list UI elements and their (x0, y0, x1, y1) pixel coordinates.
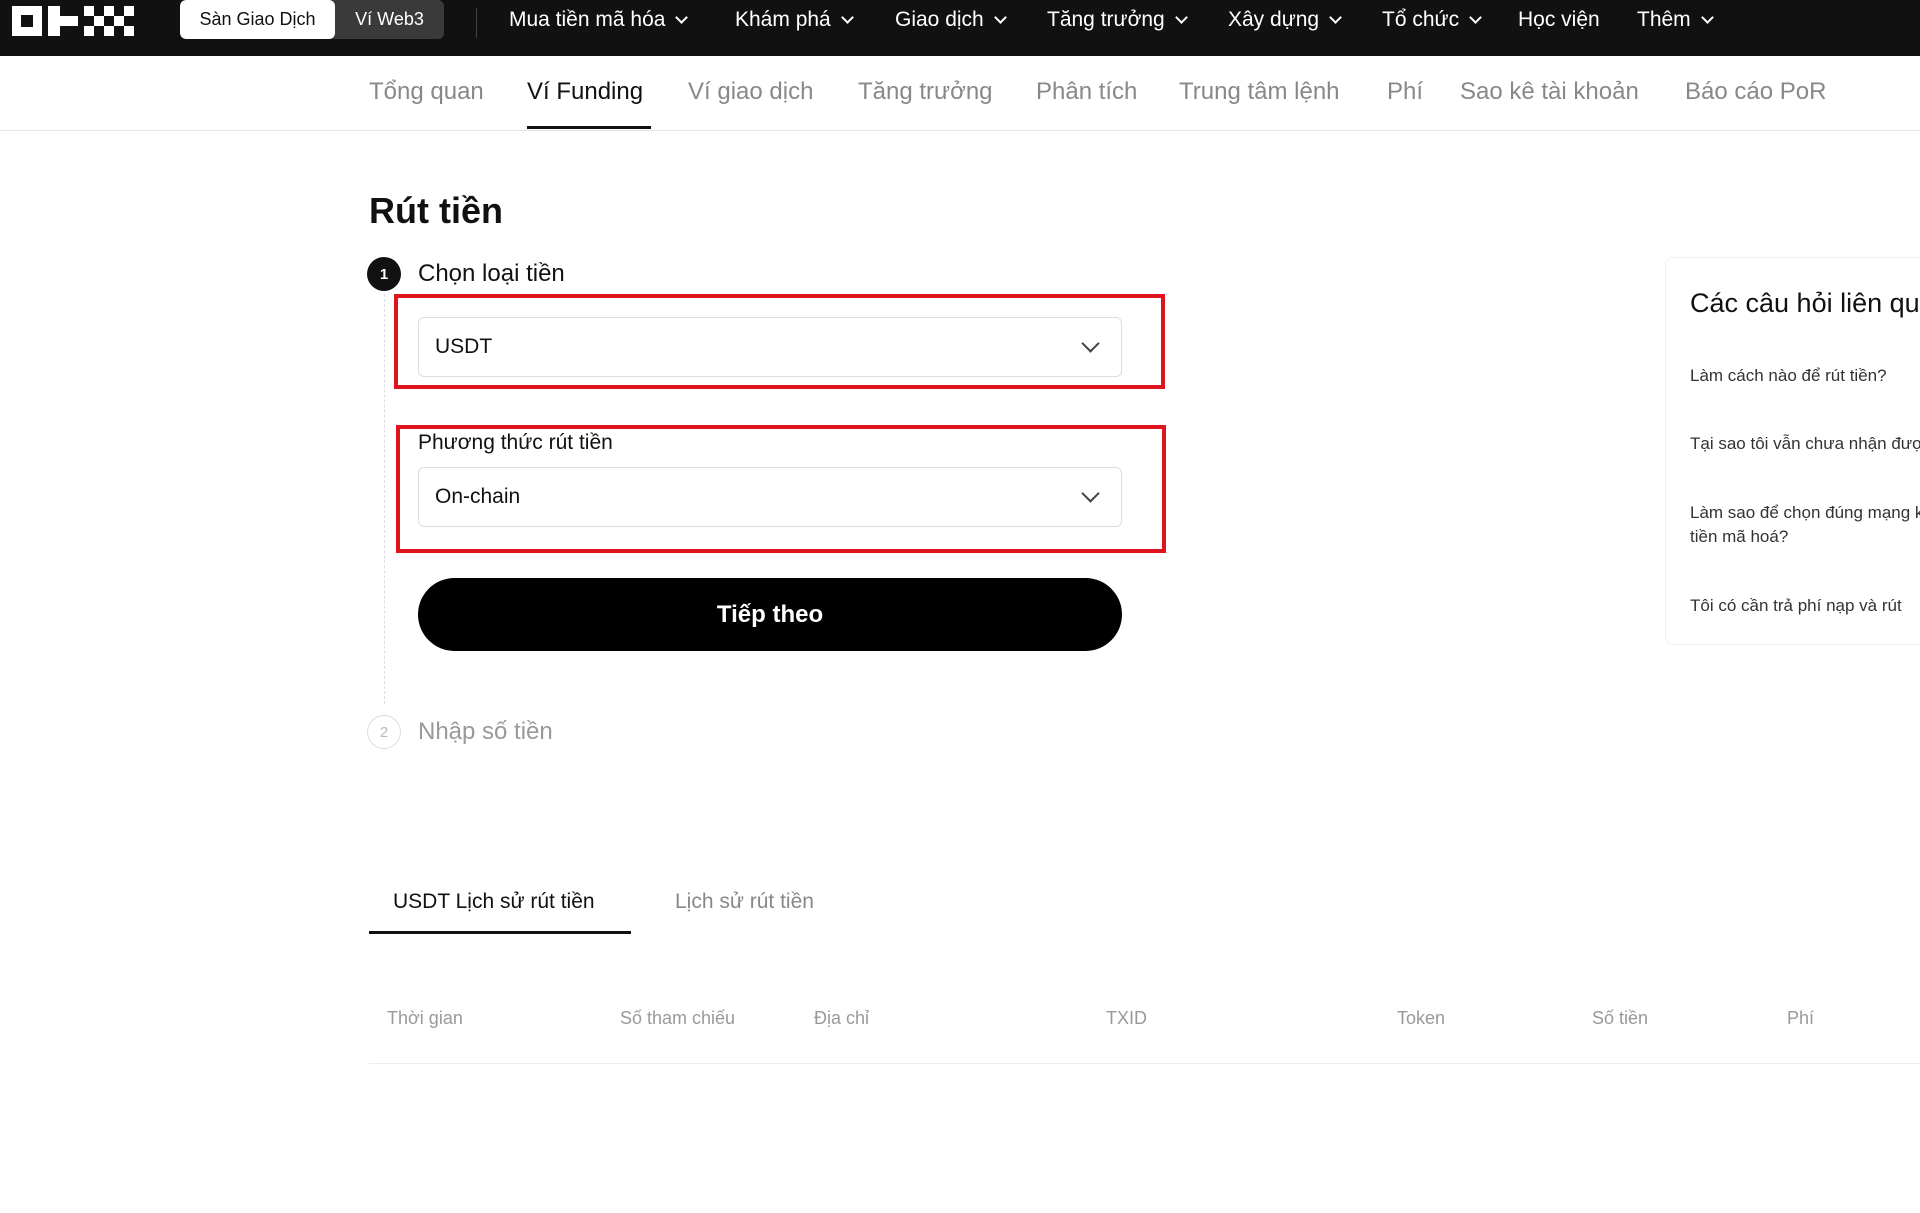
tab-all-history[interactable]: Lịch sử rút tiền (675, 890, 814, 914)
coin-select[interactable]: USDT (418, 317, 1122, 377)
subnav-item[interactable]: Sao kê tài khoản (1460, 78, 1639, 106)
table-column-header: Thời gian (387, 1008, 463, 1028)
chevron-down-icon (840, 10, 854, 24)
nav-item[interactable]: Tổ chức (1382, 0, 1482, 40)
table-header-divider (369, 1063, 1920, 1064)
step-2-label: Nhập số tiền (418, 718, 553, 745)
chevron-down-icon (1700, 10, 1714, 24)
coin-select-value: USDT (435, 335, 493, 358)
step-1-indicator: 1 (367, 257, 401, 291)
active-tab-underline (369, 931, 631, 934)
next-button[interactable]: Tiếp theo (418, 578, 1122, 651)
chevron-down-icon (993, 10, 1007, 24)
method-label: Phương thức rút tiền (418, 431, 613, 454)
top-navbar: Sàn Giao Dịch Ví Web3 Mua tiền mã hóa Khá… (0, 0, 1920, 56)
step-connector (384, 294, 385, 704)
table-column-header: Phí (1787, 1008, 1815, 1028)
nav-item[interactable]: Tăng trưởng (1047, 0, 1188, 40)
chevron-down-icon (675, 10, 689, 24)
page-title: Rút tiền (369, 190, 503, 231)
subnav-item[interactable]: Báo cáo PoR (1685, 78, 1826, 106)
toggle-exchange[interactable]: Sàn Giao Dịch (180, 0, 335, 39)
nav-item-label: Thêm (1637, 8, 1691, 31)
nav-item[interactable]: Mua tiền mã hóa (509, 0, 689, 40)
table-column-header: TXID (1106, 1008, 1148, 1028)
step-2-indicator: 2 (367, 715, 401, 749)
tab-usdt-history[interactable]: USDT Lịch sử rút tiền (393, 890, 595, 914)
nav-item[interactable]: Khám phá (735, 0, 854, 40)
chevron-down-icon (1081, 483, 1100, 503)
subnav-item[interactable]: Phân tích (1036, 78, 1137, 106)
faq-item[interactable]: Tôi có cần trả phí nạp và rút (1690, 594, 1920, 618)
faq-title: Các câu hỏi liên quan (1690, 288, 1920, 318)
method-select-value: On-chain (435, 485, 521, 508)
subnav-item[interactable]: Phí (1387, 78, 1423, 106)
nav-item[interactable]: Học viện (1518, 0, 1600, 40)
nav-item[interactable]: Thêm (1637, 0, 1714, 40)
subnav-item[interactable]: Trung tâm lệnh (1179, 78, 1340, 106)
nav-item[interactable]: Giao dịch (895, 0, 1007, 40)
nav-item-label: Học viện (1518, 8, 1600, 31)
nav-item-label: Tổ chức (1382, 8, 1460, 31)
table-column-header: Số tham chiếu (620, 1008, 736, 1028)
active-tab-underline (527, 126, 651, 129)
subnav-item[interactable]: Tăng trưởng (858, 78, 993, 106)
divider (476, 8, 477, 38)
table-column-header: Token (1397, 1008, 1446, 1028)
nav-item-label: Mua tiền mã hóa (509, 8, 666, 31)
faq-item[interactable]: Tại sao tôi vẫn chưa nhận được (1690, 432, 1920, 456)
platform-toggle: Sàn Giao Dịch Ví Web3 (180, 0, 444, 39)
subnav-item[interactable]: Ví Funding (527, 78, 643, 106)
nav-item-label: Xây dựng (1228, 8, 1320, 31)
chevron-down-icon (1174, 10, 1188, 24)
faq-card: Các câu hỏi liên quan Làm cách nào để rú… (1665, 257, 1920, 645)
faq-item[interactable]: Làm sao để chọn đúng mạng khi rút tiền m… (1690, 501, 1920, 549)
faq-item[interactable]: Làm cách nào để rút tiền? (1690, 364, 1920, 388)
subnav-item[interactable]: Ví giao dịch (688, 78, 813, 106)
table-column-header: Địa chỉ (814, 1008, 870, 1028)
sub-navbar: Tổng quan Ví Funding Ví giao dịch Tăng trưở… (0, 56, 1920, 131)
nav-item-label: Tăng trưởng (1047, 8, 1165, 31)
okx-logo[interactable] (12, 4, 137, 38)
method-select[interactable]: On-chain (418, 467, 1122, 527)
subnav-item[interactable]: Tổng quan (369, 78, 484, 106)
nav-item-label: Giao dịch (895, 8, 984, 31)
toggle-web3[interactable]: Ví Web3 (335, 0, 444, 39)
chevron-down-icon (1081, 333, 1100, 353)
chevron-down-icon (1329, 10, 1342, 24)
nav-item-label: Khám phá (735, 8, 831, 31)
nav-item[interactable]: Xây dựng (1228, 0, 1342, 40)
chevron-down-icon (1469, 10, 1482, 24)
step-1-label: Chọn loại tiền (418, 260, 565, 287)
table-column-header: Số tiền (1592, 1008, 1649, 1028)
